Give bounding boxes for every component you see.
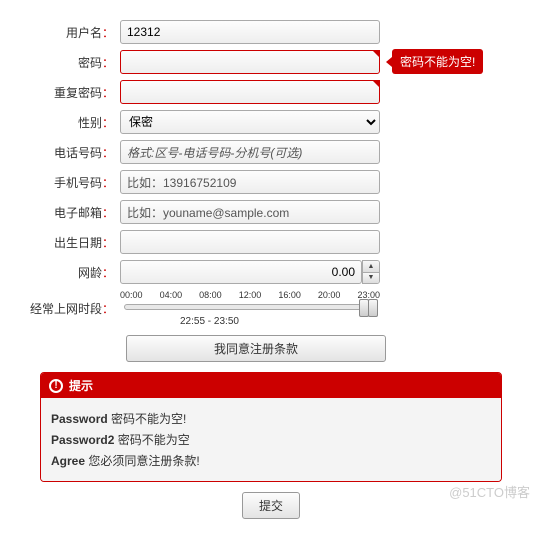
password2-label: 重复密码	[54, 86, 102, 100]
phone-input[interactable]	[120, 140, 380, 164]
slider-ticks: 00:0004:0008:0012:0016:0020:0023:00	[120, 290, 380, 300]
username-input[interactable]	[120, 20, 380, 44]
alert-item: Password2 密码不能为空	[51, 431, 491, 448]
slider-handle-start[interactable]	[359, 299, 369, 317]
email-input[interactable]	[120, 200, 380, 224]
slider-handle-end[interactable]	[368, 299, 378, 317]
spinner-down-icon[interactable]: ▼	[363, 273, 379, 284]
alert-item: Password 密码不能为空!	[51, 410, 491, 427]
phone-label: 电话号码	[54, 146, 102, 160]
alert-item: Agree 您必须同意注册条款!	[51, 452, 491, 469]
alert-icon: !	[49, 379, 63, 393]
netage-input[interactable]	[120, 260, 362, 284]
alert-title: 提示	[69, 377, 93, 394]
timerange-slider[interactable]	[124, 304, 376, 310]
agree-button[interactable]: 我同意注册条款	[126, 335, 386, 362]
username-label: 用户名	[66, 26, 102, 40]
email-label: 电子邮箱	[54, 206, 102, 220]
mobile-label: 手机号码	[54, 176, 102, 190]
timerange-label: 经常上网时段	[30, 302, 102, 316]
netage-label: 网龄	[78, 266, 102, 280]
mobile-input[interactable]	[120, 170, 380, 194]
alert-box: ! 提示 Password 密码不能为空! Password2 密码不能为空 A…	[40, 372, 502, 482]
password-tooltip: 密码不能为空!	[392, 49, 483, 74]
slider-caption: 22:55 - 23:50	[120, 316, 380, 327]
password-label: 密码	[78, 56, 102, 70]
submit-button[interactable]: 提交	[242, 492, 300, 519]
gender-select[interactable]: 保密	[120, 110, 380, 134]
spinner-up-icon[interactable]: ▲	[363, 261, 379, 273]
password-input[interactable]	[120, 50, 380, 74]
gender-label: 性别	[78, 116, 102, 130]
birthday-label: 出生日期	[54, 236, 102, 250]
birthday-input[interactable]	[120, 230, 380, 254]
watermark: @51CTO博客	[449, 482, 530, 501]
password2-input[interactable]	[120, 80, 380, 104]
